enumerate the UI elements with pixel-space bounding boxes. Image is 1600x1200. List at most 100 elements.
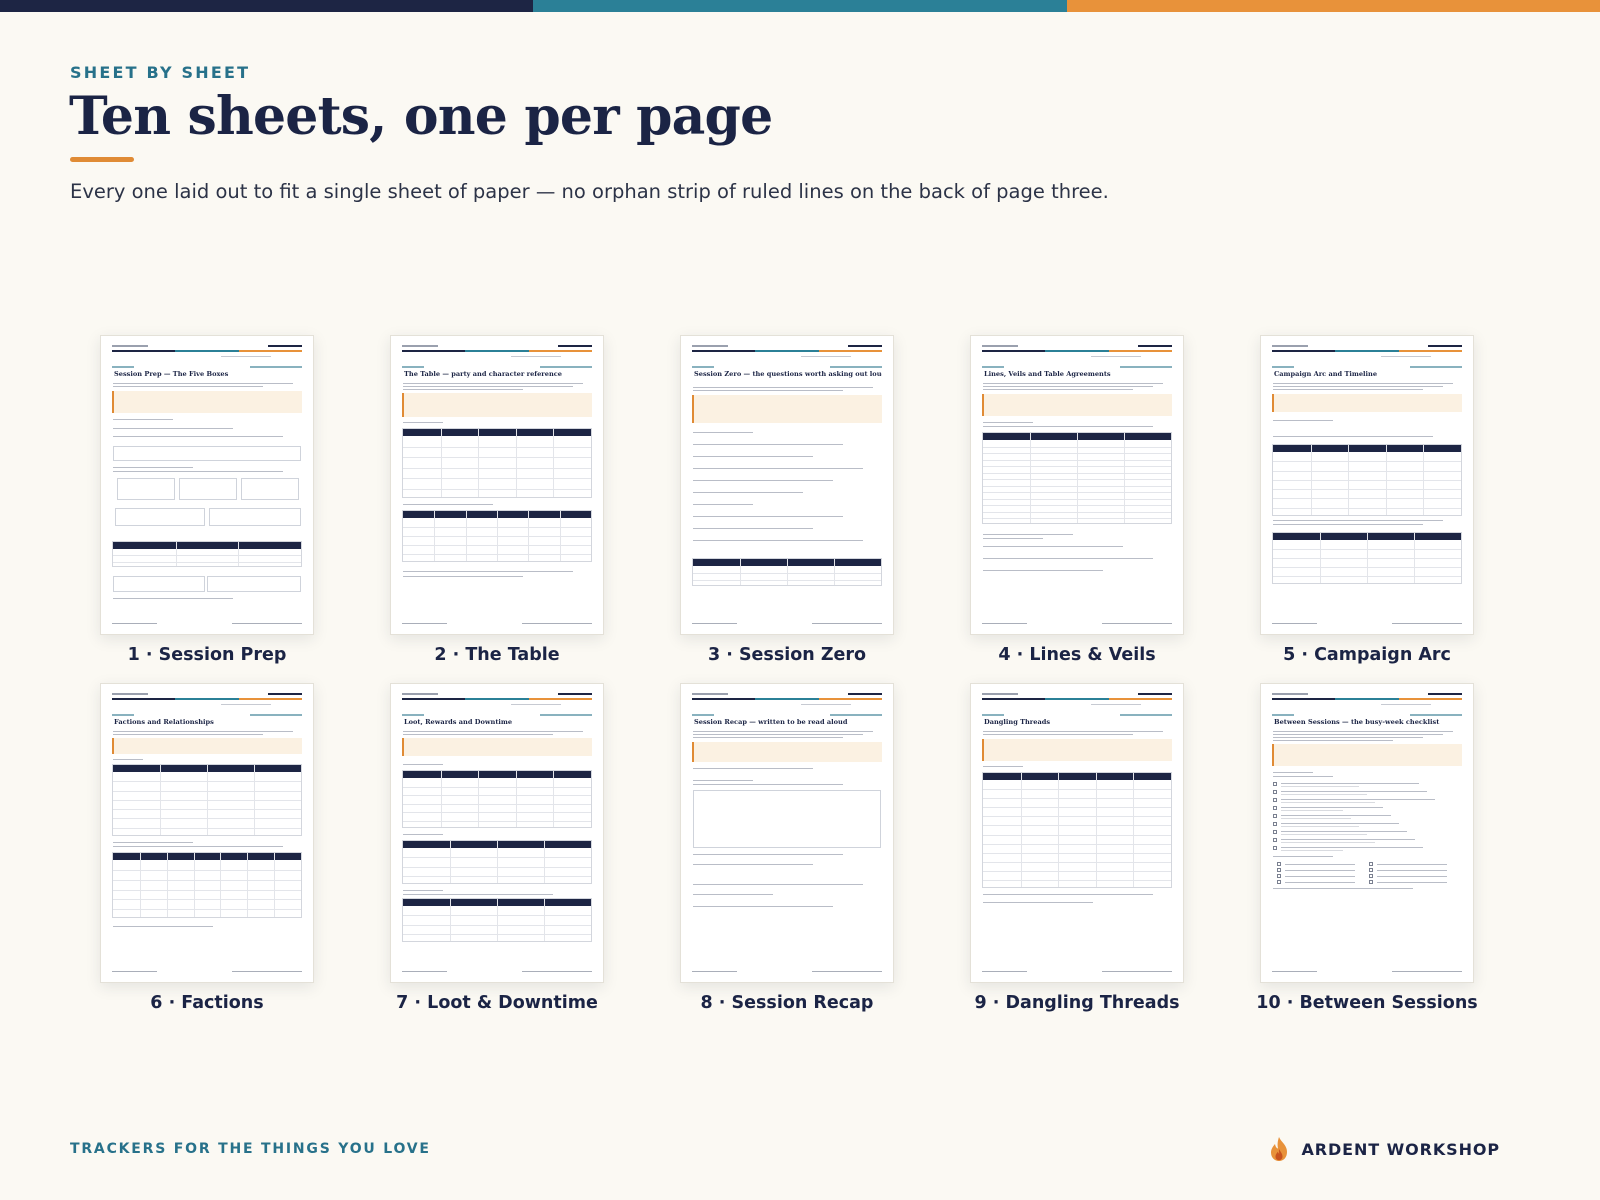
mini-table-col xyxy=(478,771,480,827)
sheet-thumbnail[interactable]: Session Prep — The Five Boxes xyxy=(100,335,314,635)
text-line xyxy=(693,504,753,505)
top-bar-teal xyxy=(533,0,1067,12)
checkbox-icon xyxy=(1273,782,1277,786)
sheet-card[interactable]: Dangling Threads 9 · Dangling Threads xyxy=(970,683,1184,1013)
mini-table-row xyxy=(113,899,301,901)
text-line xyxy=(1273,524,1423,525)
sheet-thumbnail[interactable]: Factions and Relationships xyxy=(100,683,314,983)
sheet-card[interactable]: Session Zero — the questions worth askin… xyxy=(680,335,894,665)
text-line xyxy=(403,764,443,765)
sheet-caption: 3 · Session Zero xyxy=(707,645,867,665)
mini-table-row xyxy=(403,812,591,813)
mini-table xyxy=(402,770,592,828)
sheet-card[interactable]: Campaign Arc and Timeline 5 · Campaign Ar… xyxy=(1260,335,1474,665)
mini-table-row xyxy=(113,555,301,557)
callout-note xyxy=(982,739,1172,761)
mini-bar-segment xyxy=(112,350,176,352)
sheet-thumbnail[interactable]: Loot, Rewards and Downtime xyxy=(390,683,604,983)
mini-table-row xyxy=(983,789,1171,791)
text-line xyxy=(693,387,873,388)
sheet-card[interactable]: Factions and Relationships 6 · Factions xyxy=(100,683,314,1013)
page-subtitle: Every one laid out to fit a single sheet… xyxy=(70,180,1109,203)
text-line xyxy=(693,734,863,735)
sheet-card[interactable]: Lines, Veils and Table Agreements 4 · Lin… xyxy=(970,335,1184,665)
mini-table xyxy=(402,428,592,498)
mini-table xyxy=(982,432,1172,524)
text-line xyxy=(1273,386,1443,387)
sheet-caption: 5 · Campaign Arc xyxy=(1283,645,1451,665)
mini-table-col xyxy=(553,429,555,497)
text-line xyxy=(1285,882,1355,883)
sheet-card[interactable]: Session Recap — written to be read aloud… xyxy=(680,683,894,1013)
text-line xyxy=(403,890,443,891)
text-line xyxy=(1377,882,1447,883)
checkbox-icon xyxy=(1273,806,1277,810)
mini-table-row xyxy=(1273,470,1461,472)
mini-table-row xyxy=(1273,507,1461,509)
sheet-thumbnail[interactable]: Between Sessions — the busy-week checkli… xyxy=(1260,683,1474,983)
text-line xyxy=(983,383,1163,384)
text-line xyxy=(693,884,863,885)
text-line xyxy=(403,504,493,505)
mini-running-header xyxy=(692,345,882,348)
text-line xyxy=(113,926,213,927)
campaign-field xyxy=(801,704,851,705)
sheet-thumbnail[interactable]: The Table — party and character referenc… xyxy=(390,335,604,635)
mini-table-col xyxy=(1310,445,1312,515)
mini-bar-segment xyxy=(818,350,882,352)
mini-kicker xyxy=(112,366,302,368)
sheet-thumbnail[interactable]: Session Zero — the questions worth askin… xyxy=(680,335,894,635)
text-line xyxy=(983,426,1153,427)
text-line xyxy=(1377,876,1447,877)
sheet-card[interactable]: Between Sessions — the busy-week checkli… xyxy=(1256,683,1478,1013)
mini-table-row xyxy=(403,488,591,490)
checkbox-icon xyxy=(1277,874,1281,878)
text-line xyxy=(403,576,523,577)
campaign-field xyxy=(221,356,271,357)
header-text-left xyxy=(112,693,148,695)
mini-table xyxy=(112,541,302,567)
mini-kicker xyxy=(982,366,1172,368)
mini-table-row xyxy=(983,852,1171,854)
campaign-field xyxy=(221,704,271,705)
sheet-thumbnail[interactable]: Dangling Threads xyxy=(970,683,1184,983)
checkbox-icon xyxy=(1273,846,1277,850)
mini-bar-segment xyxy=(755,350,819,352)
top-bar-orange xyxy=(1066,0,1600,12)
sheet-card[interactable]: Session Prep — The Five Boxes 1 · Session… xyxy=(100,335,314,665)
campaign-field xyxy=(1381,704,1431,705)
sheet-thumbnail[interactable]: Campaign Arc and Timeline xyxy=(1260,335,1474,635)
mini-bar-segment xyxy=(1045,698,1109,700)
mini-bar-segment xyxy=(175,350,239,352)
mini-table-col xyxy=(434,511,436,561)
text-line xyxy=(113,386,263,387)
text-line xyxy=(693,492,803,493)
checkbox-icon xyxy=(1369,868,1373,872)
mini-color-bar xyxy=(982,698,1172,700)
mini-box xyxy=(115,508,205,526)
sheet-thumbnail[interactable]: Session Recap — written to be read aloud xyxy=(680,683,894,983)
mini-table-col xyxy=(1030,433,1031,523)
mini-running-header xyxy=(402,693,592,696)
sheet-thumbnail[interactable]: Lines, Veils and Table Agreements xyxy=(970,335,1184,635)
mini-table-row xyxy=(1273,498,1461,500)
checkbox-icon xyxy=(1369,862,1373,866)
mini-box xyxy=(113,576,205,592)
mini-running-header xyxy=(692,693,882,696)
sheet-card[interactable]: The Table — party and character referenc… xyxy=(390,335,604,665)
brand-lockup[interactable]: ARDENT WORKSHOP xyxy=(1268,1136,1501,1162)
mini-table-col xyxy=(1077,433,1078,523)
text-line xyxy=(1273,436,1433,437)
checkbox-icon xyxy=(1273,830,1277,834)
text-line xyxy=(693,780,753,781)
mini-table-header xyxy=(403,429,591,436)
top-bar-navy xyxy=(0,0,534,12)
mini-kicker xyxy=(112,714,302,716)
mini-table-col xyxy=(1095,773,1097,887)
top-color-bar xyxy=(0,0,1600,12)
mini-bar-segment xyxy=(1398,698,1462,700)
mini-box xyxy=(117,478,175,500)
sheet-card[interactable]: Loot, Rewards and Downtime 7 · Loot & Dow… xyxy=(390,683,604,1013)
sheet-page-title: Session Prep — The Five Boxes xyxy=(114,371,229,378)
mini-table-col xyxy=(528,511,530,561)
